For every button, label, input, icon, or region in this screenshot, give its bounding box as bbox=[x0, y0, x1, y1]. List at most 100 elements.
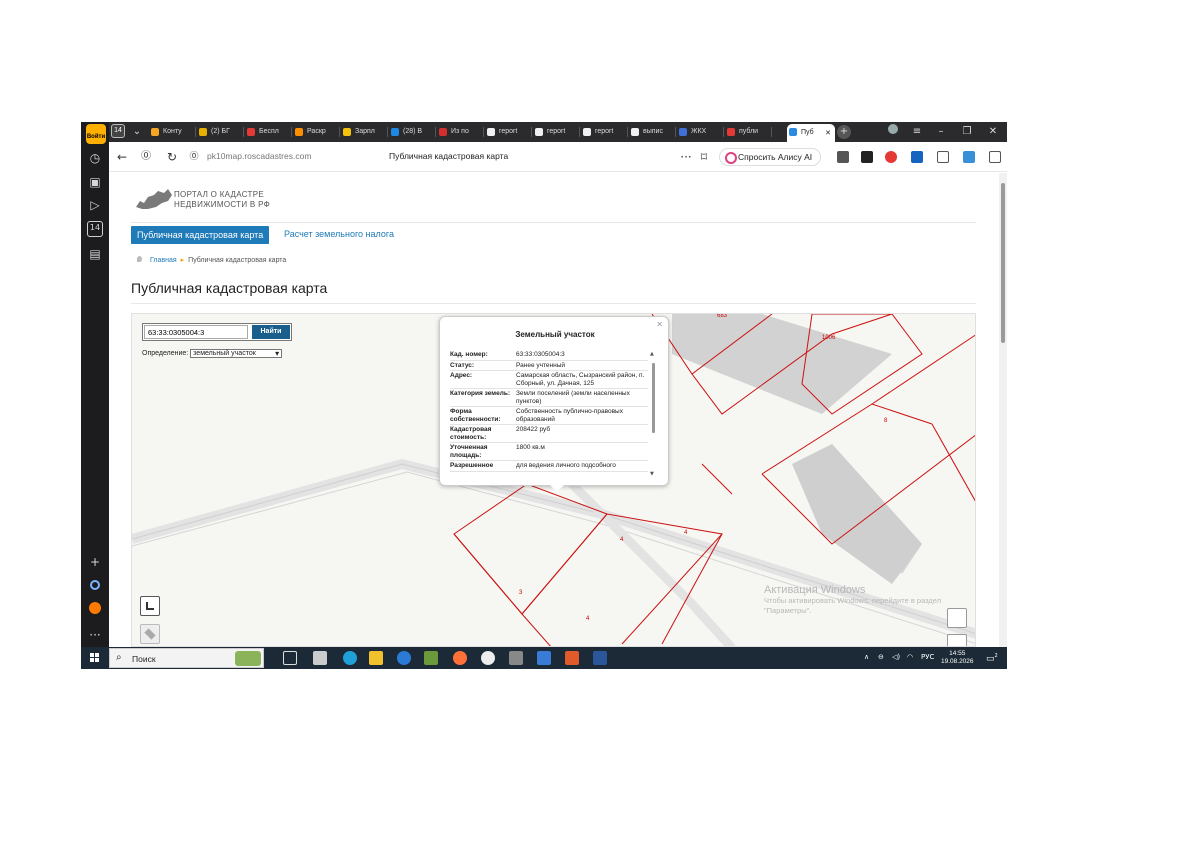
browser-tab[interactable]: публи bbox=[725, 124, 769, 140]
tray-chevron-icon[interactable]: ∧ bbox=[864, 653, 869, 661]
app-icon[interactable] bbox=[424, 651, 438, 665]
settings-extension-icon[interactable] bbox=[963, 151, 975, 163]
fullscreen-icon bbox=[146, 602, 154, 610]
breadcrumb-home[interactable]: Главная bbox=[150, 257, 177, 264]
browser-tab[interactable]: Зарпл bbox=[341, 124, 385, 140]
more-dots-icon[interactable]: ··· bbox=[679, 150, 693, 164]
profile-avatar[interactable]: Войти bbox=[86, 124, 106, 144]
popup-scrollbar[interactable]: ▲ ▼ bbox=[650, 351, 656, 479]
taskbar-clock[interactable]: 14:55 19.08.2026 bbox=[941, 650, 974, 666]
nav-land-tax-link[interactable]: Расчет земельного налога bbox=[284, 229, 394, 239]
activation-text2: "Параметры". bbox=[764, 606, 812, 615]
more-icon[interactable]: ··· bbox=[87, 627, 103, 643]
yandex-shield-icon[interactable]: ⓪ bbox=[139, 150, 153, 164]
add-icon[interactable]: + bbox=[87, 554, 103, 570]
cadastral-map[interactable]: 683 1006 8 4 4 4 3 Найти Определение: зе… bbox=[131, 313, 976, 647]
parcel-label: 4 bbox=[586, 616, 590, 622]
restore-icon[interactable]: ❐ bbox=[959, 124, 975, 140]
collections-icon[interactable]: ▣ bbox=[87, 174, 103, 190]
word-icon[interactable] bbox=[593, 651, 607, 665]
browser-tab[interactable]: report bbox=[485, 124, 529, 140]
task-view-icon[interactable] bbox=[283, 651, 297, 665]
ccleaner-icon[interactable] bbox=[481, 651, 495, 665]
language-indicator[interactable]: РУС bbox=[921, 653, 934, 661]
reload-icon[interactable]: ↻ bbox=[165, 150, 179, 164]
tray-wifi-icon[interactable]: ◠ bbox=[907, 653, 913, 661]
close-tab-icon[interactable]: ✕ bbox=[825, 124, 831, 142]
url-text[interactable]: pk10map.roscadastres.com bbox=[207, 151, 311, 161]
scroll-down-icon[interactable]: ▼ bbox=[650, 471, 654, 477]
tabs-badge-icon[interactable]: 14 bbox=[87, 221, 103, 237]
bookmark-icon[interactable]: ⌑ bbox=[697, 150, 711, 164]
page-scroll-thumb[interactable] bbox=[1001, 183, 1005, 343]
scroll-up-icon[interactable]: ▲ bbox=[650, 351, 654, 357]
store-icon[interactable] bbox=[313, 651, 327, 665]
firefox-icon[interactable] bbox=[453, 651, 467, 665]
hand-extension-icon[interactable] bbox=[837, 151, 849, 163]
zoom-out-button[interactable] bbox=[947, 634, 967, 646]
nav-public-map-button[interactable]: Публичная кадастровая карта bbox=[131, 226, 270, 244]
account-icon[interactable] bbox=[885, 124, 901, 140]
tray-network-icon[interactable]: ⊖ bbox=[878, 653, 884, 661]
browser-tab[interactable]: Из по bbox=[437, 124, 481, 140]
edge-icon[interactable] bbox=[343, 651, 357, 665]
windows-start-icon[interactable] bbox=[90, 653, 100, 663]
browser-tab[interactable]: report bbox=[533, 124, 577, 140]
site-info-icon[interactable]: ⓪ bbox=[187, 150, 201, 164]
notifications-icon[interactable]: ▭2 bbox=[986, 653, 998, 664]
new-tab-icon[interactable]: + bbox=[837, 125, 851, 139]
cadastral-number-input[interactable] bbox=[144, 325, 248, 339]
screen-icon[interactable]: ▤ bbox=[87, 246, 103, 262]
blue-extension-icon[interactable] bbox=[911, 151, 923, 163]
avatar-text: Войти bbox=[86, 134, 106, 140]
yandex-browser-icon[interactable] bbox=[537, 651, 551, 665]
zip-icon[interactable] bbox=[565, 651, 579, 665]
tab-list-chevron-icon[interactable]: ⌄ bbox=[129, 124, 145, 140]
tab-separator bbox=[531, 127, 532, 137]
tray-volume-icon[interactable]: ◁) bbox=[892, 653, 900, 661]
red-extension-icon[interactable] bbox=[885, 151, 897, 163]
browser-tab[interactable]: report bbox=[581, 124, 625, 140]
portal-name: ПОРТАЛ О КАДАСТРЕ НЕДВИЖИМОСТИ В РФ bbox=[174, 190, 270, 210]
kontur-extension-icon[interactable] bbox=[861, 151, 873, 163]
popup-row-key: Адрес: bbox=[450, 372, 473, 379]
browser-tab[interactable]: Конту bbox=[149, 124, 193, 140]
browser-tab[interactable]: Раскр bbox=[293, 124, 337, 140]
definition-select[interactable]: земельный участок bbox=[190, 349, 283, 358]
browser-tab[interactable]: ЖКХ bbox=[677, 124, 721, 140]
windows-activation-watermark: Активация Windows Чтобы активировать Win… bbox=[764, 584, 941, 616]
window-close-icon[interactable]: ✕ bbox=[985, 124, 1001, 140]
browser-tab[interactable]: выпис bbox=[629, 124, 673, 140]
search-highlight-icon bbox=[235, 651, 261, 666]
ask-alice-button[interactable]: Спросить Алису AI bbox=[719, 148, 822, 166]
ie-icon[interactable] bbox=[397, 651, 411, 665]
layers-button[interactable] bbox=[140, 624, 160, 644]
find-button[interactable]: Найти bbox=[252, 325, 290, 339]
menu-icon[interactable]: ≡ bbox=[909, 124, 925, 140]
back-icon[interactable]: ← bbox=[115, 150, 129, 164]
taskbar-search[interactable]: ⌕ Поиск bbox=[109, 648, 264, 668]
fullscreen-button[interactable] bbox=[140, 596, 160, 616]
popup-row: Кадастровая стоимость: 208422 руб bbox=[450, 425, 648, 443]
alice-icon[interactable] bbox=[87, 578, 103, 594]
download-icon[interactable] bbox=[989, 151, 1001, 163]
app-icon[interactable] bbox=[87, 602, 103, 618]
address-bar: ← ⓪ ↻ ⓪ pk10map.roscadastres.com Публичн… bbox=[109, 142, 1007, 172]
minimize-icon[interactable]: – bbox=[933, 124, 949, 140]
browser-tab[interactable]: (2) БГ bbox=[197, 124, 241, 140]
play-icon[interactable]: ▷ bbox=[87, 197, 103, 213]
explorer-icon[interactable] bbox=[369, 651, 383, 665]
translate-extension-icon[interactable] bbox=[937, 151, 949, 163]
history-icon[interactable]: ◷ bbox=[87, 150, 103, 166]
popup-scroll-thumb[interactable] bbox=[652, 363, 655, 433]
tab-separator bbox=[627, 127, 628, 137]
tab-active[interactable]: Пуб ✕ bbox=[787, 124, 835, 142]
calculator-icon[interactable] bbox=[509, 651, 523, 665]
page-scrollbar[interactable] bbox=[999, 173, 1007, 647]
tab-counter[interactable]: 14 bbox=[111, 124, 125, 138]
browser-tab[interactable]: Беспл bbox=[245, 124, 289, 140]
portal-name-line1: ПОРТАЛ О КАДАСТРЕ bbox=[174, 190, 265, 199]
popup-close-icon[interactable]: ✕ bbox=[656, 320, 663, 329]
zoom-in-button[interactable] bbox=[947, 608, 967, 628]
browser-tab[interactable]: (28) В bbox=[389, 124, 433, 140]
